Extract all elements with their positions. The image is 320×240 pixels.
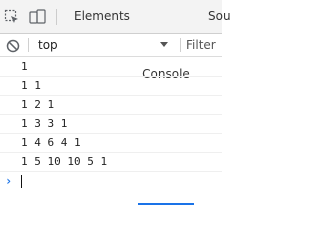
tab-elements[interactable]: Elements	[74, 0, 130, 33]
console-message-text: 1 5 10 10 5 1	[21, 155, 108, 168]
console-message: 1 1	[0, 77, 222, 96]
console-filter-bar: top	[0, 34, 226, 57]
toolbar-divider	[56, 9, 57, 25]
context-selector[interactable]: top	[38, 34, 174, 56]
tab-sources[interactable]: Sou	[208, 0, 231, 33]
devtools-tabbar: Elements Console Sou	[0, 0, 231, 205]
console-message: 1	[0, 58, 222, 77]
filter-divider	[28, 38, 29, 52]
console-message-text: 1 4 6 4 1	[21, 136, 81, 149]
console-message: 1 4 6 4 1	[0, 134, 222, 153]
console-message-text: 1 2 1	[21, 98, 55, 111]
console-message-text: 1 3 3 1	[21, 117, 68, 130]
device-toolbar-icon[interactable]	[27, 0, 49, 33]
prompt-chevron-icon: ›	[5, 174, 13, 188]
dropdown-arrow-icon[interactable]	[160, 42, 168, 47]
console-output: 1 1 1 1 2 1 1 3 3 1 1 4 6 4 1 1 5 10 10 …	[0, 58, 222, 204]
inspect-element-icon[interactable]	[0, 0, 24, 33]
console-message-text: 1 1	[21, 79, 41, 92]
console-message: 1 3 3 1	[0, 115, 222, 134]
console-message-text: 1	[21, 60, 28, 73]
console-message: 1 5 10 10 5 1	[0, 153, 222, 172]
clear-console-icon[interactable]	[6, 38, 20, 53]
text-caret	[21, 175, 22, 188]
filter-divider	[180, 38, 181, 52]
console-message: 1 2 1	[0, 96, 222, 115]
filter-input[interactable]	[186, 36, 226, 54]
console-prompt[interactable]: ›	[0, 172, 222, 191]
